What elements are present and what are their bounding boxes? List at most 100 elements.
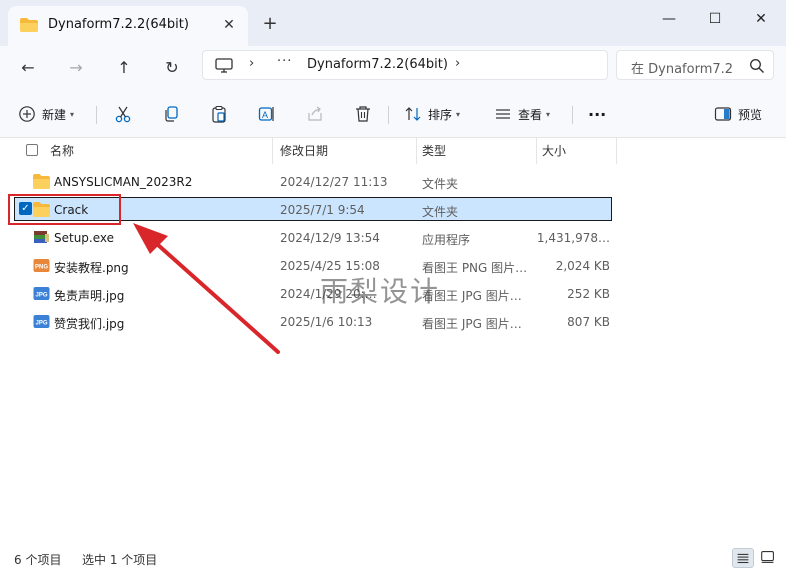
chevron-down-icon: ▾ bbox=[456, 109, 461, 119]
divider bbox=[572, 106, 573, 124]
chevron-down-icon: ▾ bbox=[70, 109, 75, 119]
new-button-label: 新建 bbox=[42, 107, 67, 122]
select-all-checkbox[interactable] bbox=[26, 144, 38, 156]
file-type: 文件夹 bbox=[422, 177, 459, 191]
annotation-highlight-box bbox=[8, 194, 121, 225]
title-bar: Dynaform7.2.2(64bit) ✕ + — ☐ ✕ bbox=[0, 0, 786, 46]
view-button[interactable]: 查看 ▾ bbox=[494, 102, 550, 126]
jpg-file-icon: JPG bbox=[33, 315, 50, 328]
column-divider[interactable] bbox=[536, 138, 537, 164]
copy-button[interactable] bbox=[162, 102, 180, 126]
file-size: 252 KB bbox=[567, 287, 610, 301]
file-type: 看图王 JPG 图片… bbox=[422, 317, 522, 331]
folder-icon bbox=[33, 174, 50, 189]
delete-button[interactable] bbox=[354, 102, 372, 126]
refresh-button[interactable]: ↻ bbox=[158, 54, 186, 82]
selection-count: 选中 1 个项目 bbox=[82, 553, 158, 567]
column-header: 名称 修改日期 类型 大小 bbox=[0, 138, 786, 164]
file-row[interactable]: ANSYSLICMAN_2023R2 2024/12/27 11:13 文件夹 bbox=[0, 168, 786, 196]
view-button-label: 查看 bbox=[518, 107, 543, 122]
status-bar: 6 个项目 选中 1 个项目 bbox=[0, 544, 786, 572]
minimize-button[interactable]: — bbox=[646, 4, 692, 34]
details-view-button[interactable] bbox=[732, 548, 754, 568]
new-tab-button[interactable]: + bbox=[258, 12, 282, 36]
more-options-button[interactable]: ··· bbox=[588, 102, 606, 126]
back-button[interactable]: ← bbox=[14, 54, 42, 82]
column-size[interactable]: 大小 bbox=[542, 142, 566, 160]
file-name: 赞赏我们.jpg bbox=[54, 317, 125, 331]
svg-text:A: A bbox=[262, 110, 268, 120]
file-row[interactable]: Setup.exe 2024/12/9 13:54 应用程序 1,431,978… bbox=[0, 224, 786, 252]
file-date: 2025/7/1 9:54 bbox=[280, 203, 365, 217]
scissors-icon bbox=[115, 106, 131, 123]
file-name: 免责声明.jpg bbox=[54, 289, 125, 303]
preview-pane-button[interactable]: 预览 bbox=[714, 102, 762, 126]
chevron-down-icon: ▾ bbox=[546, 109, 551, 119]
chevron-right-icon[interactable]: › bbox=[249, 56, 254, 71]
rename-button[interactable]: A bbox=[258, 102, 276, 126]
column-name[interactable]: 名称 bbox=[50, 142, 74, 160]
close-button[interactable]: ✕ bbox=[738, 4, 784, 34]
column-modified[interactable]: 修改日期 bbox=[280, 142, 328, 160]
svg-text:JPG: JPG bbox=[36, 321, 48, 327]
file-type: 应用程序 bbox=[422, 233, 471, 247]
column-divider[interactable] bbox=[416, 138, 417, 164]
share-icon bbox=[308, 106, 322, 121]
details-view-icon bbox=[737, 553, 749, 564]
search-box[interactable]: 在 Dynaform7.2 bbox=[616, 50, 774, 80]
column-divider[interactable] bbox=[272, 138, 273, 164]
tiles-view-button[interactable] bbox=[758, 548, 780, 568]
preview-pane-icon bbox=[714, 107, 732, 121]
more-options-label: ··· bbox=[588, 104, 607, 124]
divider bbox=[388, 106, 389, 124]
file-size: 807 KB bbox=[567, 315, 610, 329]
item-count: 6 个项目 bbox=[14, 553, 62, 567]
up-button[interactable]: ↑ bbox=[110, 54, 138, 82]
file-name: ANSYSLICMAN_2023R2 bbox=[54, 175, 193, 189]
png-file-icon: PNG bbox=[33, 259, 50, 272]
svg-text:JPG: JPG bbox=[36, 293, 48, 299]
command-bar: 新建 ▾ A 排序 ▾ 查看 ▾ ··· 预览 bbox=[0, 88, 786, 138]
share-button[interactable] bbox=[306, 102, 324, 126]
sort-button[interactable]: 排序 ▾ bbox=[404, 102, 460, 126]
rename-icon: A bbox=[258, 107, 274, 121]
tab-close-button[interactable]: ✕ bbox=[218, 14, 240, 36]
column-type[interactable]: 类型 bbox=[422, 142, 446, 160]
forward-button[interactable]: → bbox=[62, 54, 90, 82]
sort-button-label: 排序 bbox=[428, 107, 453, 122]
monitor-icon bbox=[215, 58, 233, 73]
navigation-bar: ← → ↑ ↻ › ··· Dynaform7.2.2(64bit) › 在 D… bbox=[0, 46, 786, 88]
file-name: Setup.exe bbox=[54, 231, 115, 245]
chevron-right-icon[interactable]: › bbox=[455, 56, 460, 71]
search-icon bbox=[750, 59, 764, 73]
file-row[interactable]: JPG 赞赏我们.jpg 2025/1/6 10:13 看图王 JPG 图片… … bbox=[0, 308, 786, 336]
jpg-file-icon: JPG bbox=[33, 287, 50, 300]
paste-button[interactable] bbox=[210, 102, 228, 126]
clipboard-icon bbox=[212, 105, 226, 123]
column-divider[interactable] bbox=[616, 138, 617, 164]
tab-active[interactable]: Dynaform7.2.2(64bit) ✕ bbox=[8, 6, 248, 46]
cut-button[interactable] bbox=[114, 102, 132, 126]
file-size: 2,024 KB bbox=[555, 259, 610, 273]
view-list-icon bbox=[496, 109, 510, 119]
preview-pane-label: 预览 bbox=[738, 107, 763, 122]
folder-icon bbox=[20, 18, 38, 32]
maximize-button[interactable]: ☐ bbox=[692, 4, 738, 34]
tab-title: Dynaform7.2.2(64bit) bbox=[48, 17, 189, 32]
new-button[interactable]: 新建 ▾ bbox=[18, 102, 74, 126]
breadcrumb-current[interactable]: Dynaform7.2.2(64bit) bbox=[307, 57, 448, 72]
svg-text:PNG: PNG bbox=[35, 265, 48, 271]
watermark-text: 雨梨设计 bbox=[320, 275, 441, 308]
address-bar[interactable]: › ··· Dynaform7.2.2(64bit) › bbox=[202, 50, 608, 80]
search-placeholder[interactable]: 在 Dynaform7.2 bbox=[631, 58, 733, 77]
plus-circle-icon bbox=[19, 106, 35, 122]
divider bbox=[96, 106, 97, 124]
sort-icon bbox=[405, 107, 421, 121]
file-date: 2024/12/9 13:54 bbox=[280, 231, 380, 245]
trash-icon bbox=[356, 106, 370, 122]
file-type: 文件夹 bbox=[422, 205, 459, 219]
copy-icon bbox=[165, 106, 178, 122]
tiles-view-icon bbox=[761, 551, 774, 563]
breadcrumb-overflow-button[interactable]: ··· bbox=[277, 54, 292, 69]
file-name: 安装教程.png bbox=[54, 261, 129, 275]
